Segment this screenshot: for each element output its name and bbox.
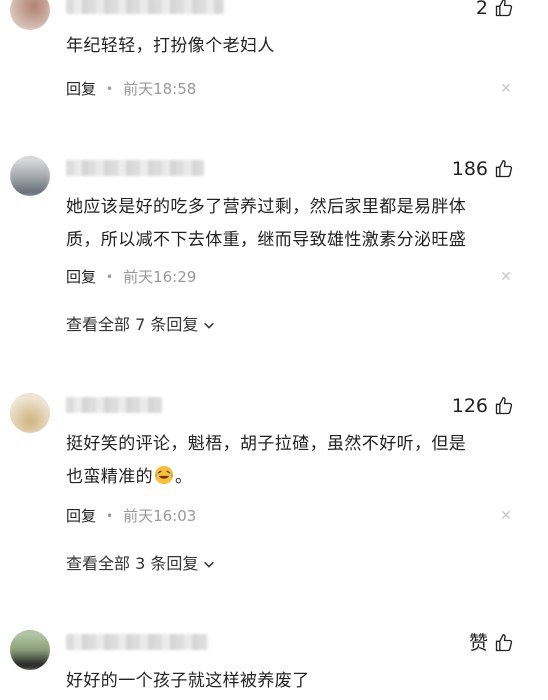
- avatar[interactable]: [10, 0, 50, 30]
- avatar[interactable]: [10, 156, 50, 196]
- comment-text: 她应该是好的吃多了营养过剩，然后家里都是易胖体 质，所以减不下去体重，继而导致雄…: [66, 191, 526, 257]
- like-count: 2: [475, 0, 488, 19]
- reply-button[interactable]: 回复: [66, 267, 96, 287]
- reply-button[interactable]: 回复: [66, 506, 96, 526]
- close-icon[interactable]: ✕: [500, 270, 512, 284]
- like-count-area[interactable]: 186: [452, 157, 514, 181]
- comment-time: 前天16:29: [123, 268, 197, 286]
- like-count-area[interactable]: 赞: [469, 631, 514, 655]
- like-count: 186: [451, 158, 488, 180]
- view-replies-label: 查看全部 3 条回复: [66, 554, 199, 573]
- laughing-emoji-icon: [154, 465, 174, 485]
- thumbs-up-icon[interactable]: [494, 0, 514, 18]
- comment-time: 前天16:03: [123, 507, 197, 525]
- comment-meta: 回复 • 前天16:29: [66, 267, 196, 287]
- thumbs-up-icon[interactable]: [494, 396, 514, 416]
- comment-text-line: 好好的一个孩子就这样被养废了: [66, 671, 310, 691]
- avatar[interactable]: [10, 393, 50, 433]
- comment-text-line: 年纪轻轻，打扮像个老妇人: [66, 36, 275, 56]
- comment-trailing-punct: 。: [175, 467, 193, 487]
- chevron-down-icon: [204, 322, 215, 329]
- like-count-area[interactable]: 2: [476, 0, 514, 20]
- comment-text: 好好的一个孩子就这样被养废了: [66, 665, 526, 698]
- view-all-replies-button[interactable]: 查看全部 3 条回复: [66, 553, 216, 575]
- meta-separator: •: [106, 82, 114, 96]
- username-blurred[interactable]: [66, 0, 224, 14]
- username-blurred[interactable]: [66, 397, 162, 413]
- like-count-area[interactable]: 126: [452, 394, 514, 418]
- username-blurred[interactable]: [66, 634, 208, 650]
- thumbs-up-icon[interactable]: [494, 633, 514, 653]
- like-button-label: 赞: [468, 632, 488, 654]
- comment-text-line: 她应该是好的吃多了营养过剩，然后家里都是易胖体: [66, 197, 467, 217]
- like-count: 126: [451, 395, 488, 417]
- comment-text-line: 质，所以减不下去体重，继而导致雄性激素分泌旺盛: [66, 230, 467, 250]
- comment-time: 前天18:58: [123, 80, 197, 98]
- avatar[interactable]: [10, 630, 50, 670]
- chevron-down-icon: [204, 561, 215, 568]
- reply-button[interactable]: 回复: [66, 79, 96, 99]
- comment-text: 挺好笑的评论，魁梧，胡子拉碴，虽然不好听，但是 也蛮精准的 。: [66, 428, 526, 494]
- comment-text-line: 也蛮精准的: [66, 467, 153, 487]
- username-blurred[interactable]: [66, 160, 204, 176]
- comment-text-line-with-emoji: 也蛮精准的 。: [66, 461, 526, 494]
- comment-text: 年纪轻轻，打扮像个老妇人: [66, 30, 526, 63]
- comment-meta: 回复 • 前天16:03: [66, 506, 196, 526]
- view-replies-label: 查看全部 7 条回复: [66, 315, 199, 334]
- view-all-replies-button[interactable]: 查看全部 7 条回复: [66, 314, 216, 336]
- meta-separator: •: [106, 270, 114, 284]
- comment-text-line: 挺好笑的评论，魁梧，胡子拉碴，虽然不好听，但是: [66, 434, 467, 454]
- close-icon[interactable]: ✕: [500, 82, 512, 96]
- meta-separator: •: [106, 509, 114, 523]
- close-icon[interactable]: ✕: [500, 509, 512, 523]
- comment-meta: 回复 • 前天18:58: [66, 79, 196, 99]
- thumbs-up-icon[interactable]: [494, 159, 514, 179]
